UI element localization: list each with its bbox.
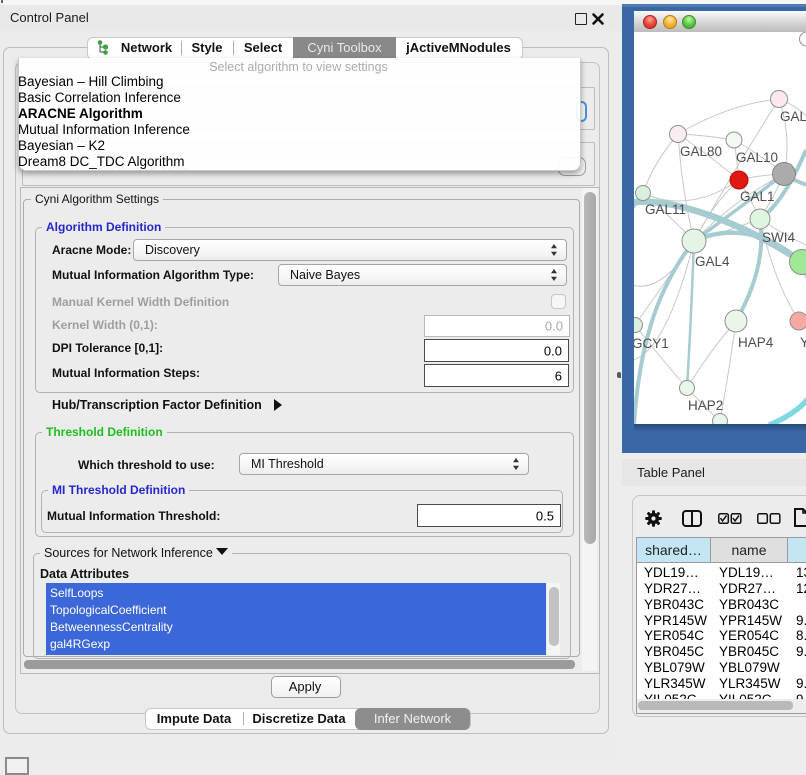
svg-text:GAL1: GAL1 — [740, 189, 775, 204]
svg-text:GAL: GAL — [780, 109, 806, 124]
svg-text:HAP2: HAP2 — [688, 398, 723, 413]
svg-text:GAL10: GAL10 — [736, 150, 778, 165]
svg-text:GAL11: GAL11 — [645, 202, 686, 217]
svg-text:HAP4: HAP4 — [738, 335, 774, 350]
svg-text:GCY1: GCY1 — [634, 336, 669, 351]
svg-text:SWI4: SWI4 — [762, 230, 795, 245]
svg-text:GAL80: GAL80 — [680, 144, 722, 159]
svg-text:Y: Y — [800, 335, 806, 350]
svg-text:GAL4: GAL4 — [695, 254, 730, 269]
